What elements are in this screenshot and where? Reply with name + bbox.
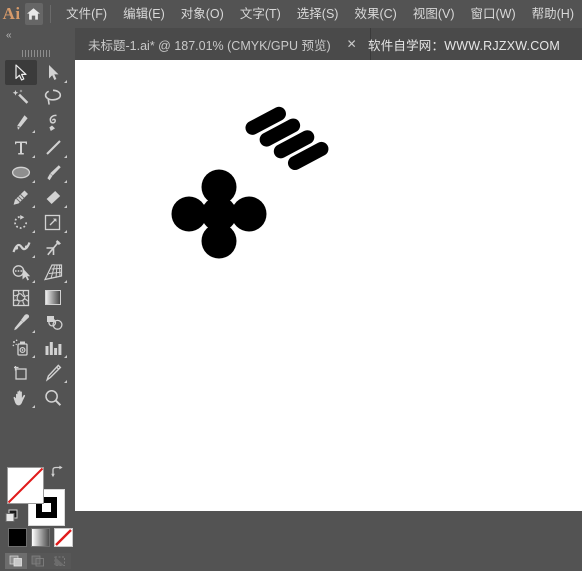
menu-item-list: 文件(F) 编辑(E) 对象(O) 文字(T) 选择(S) 效果(C) 视图(V… bbox=[58, 0, 582, 28]
flyout-indicator-icon bbox=[32, 130, 35, 133]
none-slash-icon bbox=[7, 467, 44, 504]
document-canvas[interactable] bbox=[75, 60, 582, 511]
document-tab-title: 未标题-1.ai* @ 187.01% (CMYK/GPU 预览) bbox=[88, 38, 331, 53]
flyout-indicator-icon bbox=[32, 255, 35, 258]
perspective-grid-tool[interactable] bbox=[37, 260, 69, 285]
color-controls bbox=[0, 465, 75, 571]
menu-item-type[interactable]: 文字(T) bbox=[232, 0, 289, 28]
flyout-indicator-icon bbox=[32, 405, 35, 408]
menu-item-window[interactable]: 窗口(W) bbox=[463, 0, 524, 28]
gradient-mode-button[interactable] bbox=[31, 528, 50, 547]
curvature-tool[interactable] bbox=[37, 110, 69, 135]
flyout-indicator-icon bbox=[32, 180, 35, 183]
draw-behind-button[interactable] bbox=[27, 553, 49, 569]
flyout-indicator-icon bbox=[64, 230, 67, 233]
selection-tool[interactable] bbox=[5, 60, 37, 85]
tools-panel bbox=[0, 60, 75, 569]
watermark-text: 软件自学网：WWW.RJZXW.COM bbox=[368, 38, 560, 53]
width-tool[interactable] bbox=[5, 235, 37, 260]
flyout-indicator-icon bbox=[32, 230, 35, 233]
flyout-indicator-icon bbox=[64, 155, 67, 158]
collapse-panel-icon[interactable]: « bbox=[6, 31, 11, 41]
illustrator-window: Ai 文件(F) 编辑(E) 对象(O) 文字(T) 选择(S) 效果(C) 视… bbox=[0, 0, 582, 569]
flyout-indicator-icon bbox=[64, 280, 67, 283]
draw-mode-row bbox=[5, 553, 71, 569]
flyout-indicator-icon bbox=[64, 380, 67, 383]
flyout-indicator-icon bbox=[32, 330, 35, 333]
flyout-indicator-icon bbox=[32, 205, 35, 208]
lasso-tool[interactable] bbox=[37, 85, 69, 110]
tool-grid bbox=[5, 60, 69, 410]
flyout-indicator-icon bbox=[64, 355, 67, 358]
dot bbox=[231, 196, 267, 232]
symbol-sprayer-tool[interactable] bbox=[5, 335, 37, 360]
flyout-indicator-icon bbox=[32, 280, 35, 283]
fill-mode-row bbox=[8, 528, 73, 547]
zoom-tool[interactable] bbox=[37, 385, 69, 410]
paintbrush-tool[interactable] bbox=[37, 160, 69, 185]
flyout-indicator-icon bbox=[32, 155, 35, 158]
flyout-indicator-icon bbox=[64, 80, 67, 83]
toolbar-drag-handle[interactable] bbox=[22, 44, 52, 57]
blend-tool[interactable] bbox=[37, 310, 69, 335]
dot bbox=[171, 196, 207, 232]
draw-inside-button[interactable] bbox=[49, 553, 71, 569]
menu-divider bbox=[49, 5, 51, 23]
rotate-tool[interactable] bbox=[5, 210, 37, 235]
menu-item-view[interactable]: 视图(V) bbox=[405, 0, 463, 28]
gradient-tool[interactable] bbox=[37, 285, 69, 310]
color-mode-button[interactable] bbox=[8, 528, 27, 547]
menu-item-object[interactable]: 对象(O) bbox=[173, 0, 232, 28]
dot-cross bbox=[171, 169, 267, 259]
mesh-tool[interactable] bbox=[5, 285, 37, 310]
menu-bar: Ai 文件(F) 编辑(E) 对象(O) 文字(T) 选择(S) 效果(C) 视… bbox=[0, 0, 582, 28]
capsule-stack bbox=[245, 106, 329, 171]
toolbar-header: « bbox=[0, 28, 75, 60]
shaper-pencil-tool[interactable] bbox=[5, 185, 37, 210]
flyout-indicator-icon bbox=[32, 355, 35, 358]
document-tab-bar: « 未标题-1.ai* @ 187.01% (CMYK/GPU 预览) ✕ 软件… bbox=[0, 28, 582, 60]
artwork-layer[interactable] bbox=[75, 60, 582, 511]
ellipse-tool[interactable] bbox=[5, 160, 37, 185]
menu-item-select[interactable]: 选择(S) bbox=[289, 0, 347, 28]
flyout-indicator-icon bbox=[64, 180, 67, 183]
free-transform-tool[interactable] bbox=[37, 235, 69, 260]
type-tool[interactable] bbox=[5, 135, 37, 160]
hand-tool[interactable] bbox=[5, 385, 37, 410]
direct-selection-tool[interactable] bbox=[37, 60, 69, 85]
close-icon[interactable]: ✕ bbox=[347, 38, 357, 50]
pen-tool[interactable] bbox=[5, 110, 37, 135]
fill-swatch[interactable] bbox=[7, 467, 44, 504]
menu-item-edit[interactable]: 编辑(E) bbox=[115, 0, 173, 28]
column-graph-tool[interactable] bbox=[37, 335, 69, 360]
eyedropper-tool[interactable] bbox=[5, 310, 37, 335]
scale-tool[interactable] bbox=[37, 210, 69, 235]
menu-item-help[interactable]: 帮助(H) bbox=[524, 0, 582, 28]
default-fill-stroke-icon[interactable] bbox=[5, 509, 19, 523]
draw-normal-button[interactable] bbox=[5, 553, 27, 569]
shape-builder-tool[interactable] bbox=[5, 260, 37, 285]
eraser-tool[interactable] bbox=[37, 185, 69, 210]
artboard-tool[interactable] bbox=[5, 360, 37, 385]
magic-wand-tool[interactable] bbox=[5, 85, 37, 110]
app-logo: Ai bbox=[2, 4, 21, 23]
dot bbox=[201, 223, 237, 259]
none-mode-button[interactable] bbox=[54, 528, 73, 547]
flyout-indicator-icon bbox=[64, 205, 67, 208]
home-icon[interactable] bbox=[25, 3, 43, 25]
menu-item-effect[interactable]: 效果(C) bbox=[346, 0, 404, 28]
swap-fill-stroke-icon[interactable] bbox=[50, 465, 64, 479]
line-segment-tool[interactable] bbox=[37, 135, 69, 160]
slice-tool[interactable] bbox=[37, 360, 69, 385]
document-tab[interactable]: 未标题-1.ai* @ 187.01% (CMYK/GPU 预览) ✕ bbox=[76, 28, 371, 60]
menu-item-file[interactable]: 文件(F) bbox=[58, 0, 115, 28]
